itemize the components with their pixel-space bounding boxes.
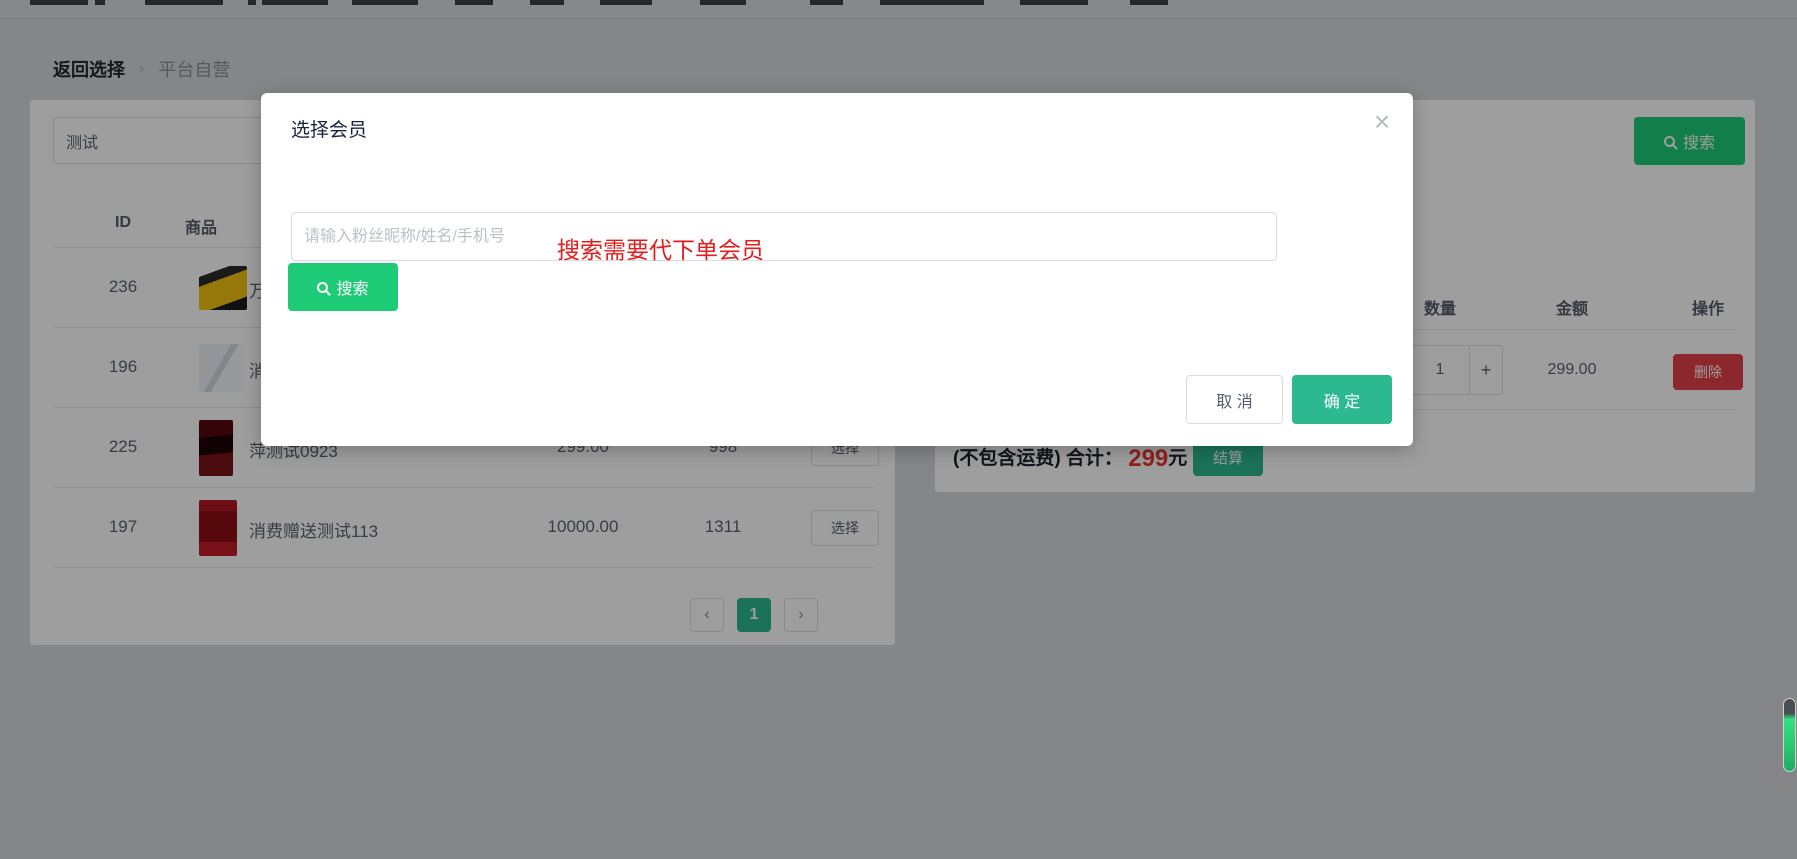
cancel-button[interactable]: 取 消 [1186,375,1283,424]
confirm-button[interactable]: 确 定 [1292,375,1392,424]
scrollbar-thumb[interactable] [1783,698,1796,772]
member-search-button[interactable]: 搜索 [288,263,398,311]
member-search-label: 搜索 [336,275,368,299]
modal-title: 选择会员 [291,115,367,142]
page: 返回选择 › 平台自营 ID 商品 236 万道测 选择 196 消费赠 选 [0,0,1797,859]
search-icon [317,282,328,293]
close-icon[interactable]: × [1365,105,1399,139]
member-search-input[interactable] [291,212,1277,261]
select-member-modal: 选择会员 × 搜索需要代下单会员 搜索 取 消 确 定 [261,93,1413,446]
